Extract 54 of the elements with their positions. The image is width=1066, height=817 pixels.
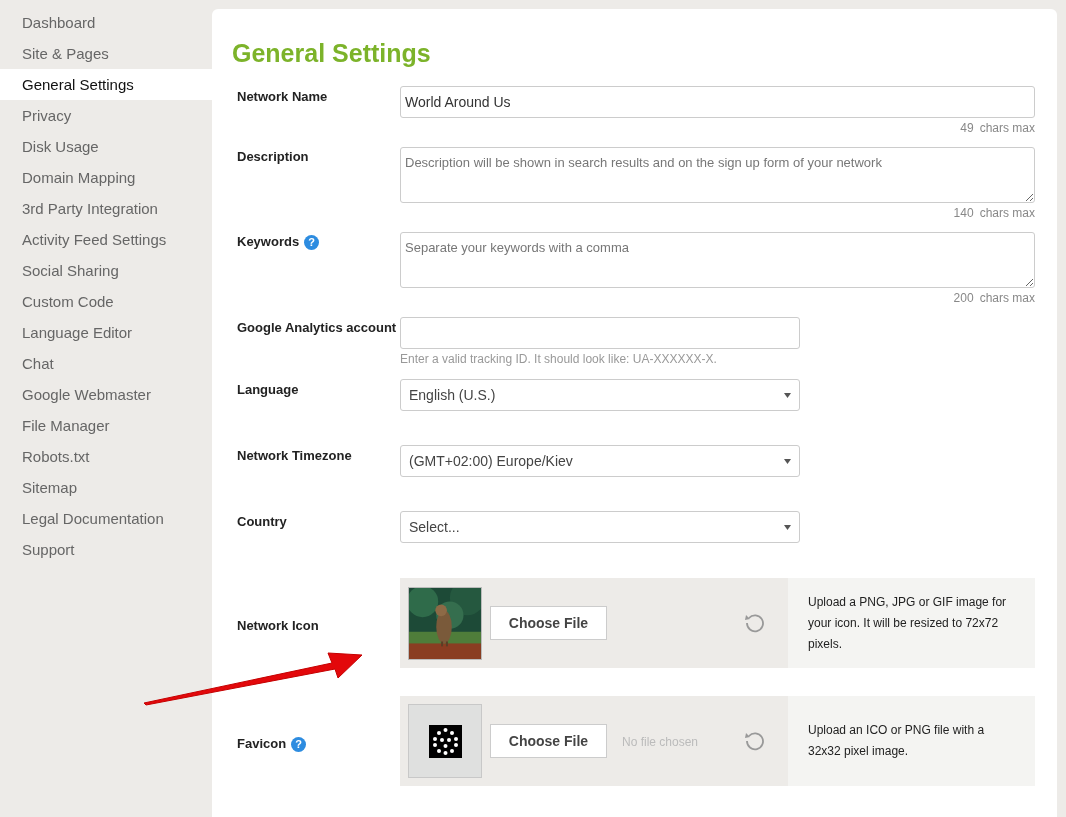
reset-icon [744,612,766,634]
field-label: Description [237,148,309,166]
char-limit-label: chars max [979,290,1035,307]
sidebar-item[interactable]: Google Webmaster [0,379,212,410]
field-label: Network Timezone [237,447,352,465]
sidebar-item[interactable]: Language Editor [0,317,212,348]
page-title: General Settings [232,38,432,69]
select-field[interactable]: English (U.S.) [400,379,800,411]
select-field[interactable]: Select... [400,511,800,543]
caret-icon [784,524,791,530]
sidebar-item[interactable]: General Settings [0,69,212,100]
char-count: 140 [953,205,974,222]
char-limit-label: chars max [979,120,1035,137]
sidebar-item[interactable]: Activity Feed Settings [0,224,212,255]
sidebar-item[interactable]: Dashboard [0,7,212,38]
sidebar-item[interactable]: Sitemap [0,472,212,503]
choose-file-button[interactable]: Choose File [490,606,607,640]
char-count: 200 [953,290,974,307]
dot-ring-icon [428,724,462,758]
field-label: Language [237,381,299,399]
field-label: Keywords [237,233,300,251]
upload-info: Upload a PNG, JPG or GIF image for your icon. It will be resized to 72x72 pixels. [808,593,1008,653]
caret-icon [784,458,791,464]
text-area[interactable]: Separate your keywords with a comma [400,232,1035,288]
sidebar-item[interactable]: Chat [0,348,212,379]
caret-icon [784,392,791,398]
upload-info: Upload an ICO or PNG file with a 32x32 pixel image. [808,722,986,760]
sidebar-item[interactable]: Support [0,534,212,565]
field-label: Google Analytics account [237,319,397,337]
field-label: Country [237,513,287,531]
sidebar-item[interactable]: Social Sharing [0,255,212,286]
field-label: Network Name [237,88,328,106]
sidebar-item[interactable]: File Manager [0,410,212,441]
sidebar-item[interactable]: Disk Usage [0,131,212,162]
sidebar-item[interactable]: 3rd Party Integration [0,193,212,224]
text-area[interactable]: Description will be shown in search results and on the sign up form of your network [400,147,1035,203]
sidebar-item[interactable]: Domain Mapping [0,162,212,193]
sidebar-item[interactable]: Site & Pages [0,38,212,69]
sidebar-item[interactable]: Privacy [0,100,212,131]
char-limit-label: chars max [979,205,1035,222]
choose-file-button[interactable]: Choose File [490,724,607,758]
text-input[interactable]: World Around Us [400,86,1035,118]
sidebar-item[interactable]: Custom Code [0,286,212,317]
help-icon[interactable]: ? [304,235,320,250]
char-count: 49 [960,120,974,137]
field-hint: Enter a valid tracking ID. It should look like: UA-XXXXXX-X. [400,351,718,368]
help-icon[interactable]: ? [291,736,307,752]
sidebar-item[interactable]: Legal Documentation [0,503,212,534]
text-input[interactable] [400,317,800,349]
field-label: Favicon [237,734,287,753]
select-field[interactable]: (GMT+02:00) Europe/Kiev [400,445,800,477]
field-label: Network Icon [237,616,319,635]
sidebar-item[interactable]: Robots.txt [0,441,212,472]
reset-icon [744,730,766,752]
